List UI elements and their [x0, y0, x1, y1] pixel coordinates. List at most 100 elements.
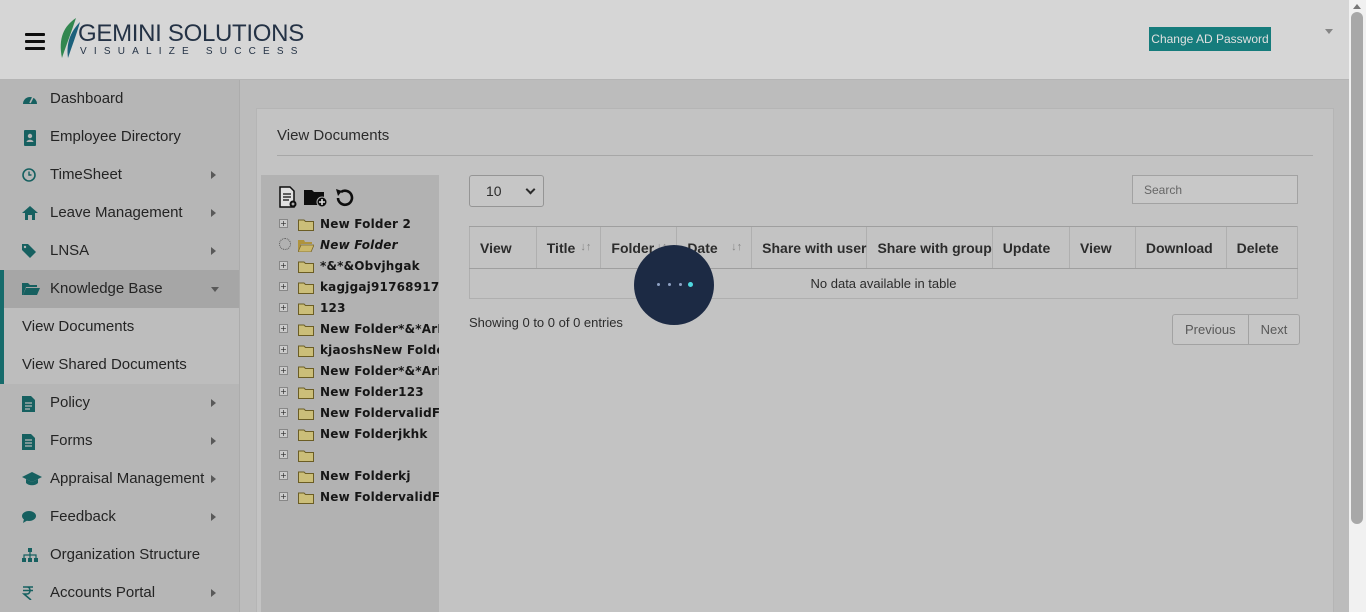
sidebar-item-organization-structure[interactable]: Organization Structure: [0, 536, 239, 574]
sidebar-item-accounts-portal[interactable]: Accounts Portal: [0, 574, 239, 612]
sidebar-item-dashboard[interactable]: Dashboard: [0, 80, 239, 118]
column-header-download: Download: [1134, 226, 1227, 269]
folder-icon: [298, 323, 314, 336]
tree-node[interactable]: + kagjgaj91768917: [279, 279, 439, 297]
folder-icon: [298, 281, 314, 294]
expand-node-icon[interactable]: +: [279, 408, 288, 417]
sidebar-item-label: LNSA: [50, 242, 90, 259]
expand-node-icon[interactable]: +: [279, 366, 288, 375]
tree-node[interactable]: + New FoldervalidFo: [279, 405, 439, 423]
expand-node-icon[interactable]: +: [279, 492, 288, 501]
sidebar-subitem-view-shared-documents[interactable]: View Shared Documents: [0, 346, 239, 384]
column-header-share-with-group: Share with group: [866, 226, 993, 269]
tree-node[interactable]: + *&*&Obvjhgak: [279, 258, 439, 276]
folder-name: New FoldervalidFo: [320, 490, 439, 504]
new-document-icon[interactable]: [279, 186, 297, 208]
tree-node[interactable]: + New Folderjkhk: [279, 426, 439, 444]
sidebar-item-feedback[interactable]: Feedback: [0, 498, 239, 536]
expand-node-icon[interactable]: +: [279, 429, 288, 438]
sidebar-item-label: TimeSheet: [50, 166, 122, 183]
sidebar-item-label: Policy: [50, 394, 91, 411]
folder-name: New Folder 2: [320, 217, 412, 231]
hamburger-menu-icon[interactable]: [25, 33, 45, 51]
sort-icon[interactable]: ↓↑: [580, 241, 591, 253]
sort-icon[interactable]: ↓↑: [731, 241, 742, 253]
company-logo[interactable]: GEMINI SOLUTIONS VISUALIZE SUCCESS: [56, 16, 304, 62]
scroll-up-arrow-icon[interactable]: [1353, 4, 1361, 9]
column-header-share-with-user: Share with user: [751, 226, 867, 269]
next-button[interactable]: Next: [1247, 315, 1300, 344]
sidebar-item-policy[interactable]: Policy: [0, 384, 239, 422]
search-input[interactable]: [1132, 175, 1298, 204]
column-header-view: View: [1069, 226, 1136, 269]
user-menu-caret-icon[interactable]: [1325, 29, 1333, 34]
page-scrollbar[interactable]: [1349, 0, 1366, 612]
expand-node-icon[interactable]: +: [279, 450, 288, 459]
expand-node-icon[interactable]: +: [279, 387, 288, 396]
column-header-label: Download: [1145, 239, 1213, 256]
expand-arrow-icon: [211, 247, 216, 255]
folder-icon: [298, 302, 314, 315]
expand-node-icon[interactable]: +: [279, 345, 288, 354]
folder-name: New Folder123: [320, 385, 424, 399]
tree-node[interactable]: +: [279, 447, 439, 465]
sidebar-item-label: Appraisal Management: [50, 470, 205, 487]
top-header: GEMINI SOLUTIONS VISUALIZE SUCCESS Chang…: [0, 0, 1349, 80]
column-header-title[interactable]: Title ↓↑: [535, 226, 601, 269]
expand-node-icon[interactable]: +: [279, 471, 288, 480]
sidebar-item-timesheet[interactable]: TimeSheet: [0, 156, 239, 194]
brand-name: GEMINI SOLUTIONS: [78, 20, 304, 47]
loading-node-icon: [279, 238, 291, 250]
expand-arrow-icon: [211, 589, 216, 597]
sidebar-item-knowledge-base[interactable]: Knowledge Base: [0, 270, 239, 308]
expand-node-icon[interactable]: +: [279, 261, 288, 270]
folder-name: kjaoshsNew Folder: [320, 343, 439, 357]
folder-icon: [298, 449, 314, 462]
refresh-icon[interactable]: [333, 186, 357, 210]
expand-arrow-icon: [211, 287, 219, 292]
expand-arrow-icon: [211, 209, 216, 217]
change-ad-password-button[interactable]: Change AD Password: [1149, 27, 1271, 51]
expand-node-icon[interactable]: +: [279, 324, 288, 333]
sidebar: Dashboard Employee Directory TimeSheet Leav…: [0, 80, 240, 612]
expand-node-icon[interactable]: +: [279, 282, 288, 291]
new-folder-icon[interactable]: [303, 187, 329, 208]
sidebar-item-label: Forms: [50, 432, 93, 449]
sidebar-item-forms[interactable]: Forms: [0, 422, 239, 460]
folder-name: New Folder*&*ArF: [320, 322, 439, 336]
sidebar-item-appraisal-management[interactable]: Appraisal Management: [0, 460, 239, 498]
sitemap-icon: [22, 548, 38, 562]
column-header-update: Update: [991, 226, 1070, 269]
tree-node[interactable]: +123: [279, 300, 439, 318]
folder-name: New FoldervalidFo: [320, 406, 439, 420]
sidebar-item-leave-management[interactable]: Leave Management: [0, 194, 239, 232]
page-length-select[interactable]: 10: [469, 175, 544, 207]
tree-node[interactable]: + New Folder 2: [279, 216, 439, 234]
tree-node[interactable]: + New Folderkj: [279, 468, 439, 486]
folder-icon: [298, 344, 314, 357]
directory-icon: [22, 130, 38, 146]
tree-node[interactable]: + New Folder*&*ArF: [279, 321, 439, 339]
expand-node-icon[interactable]: +: [279, 219, 288, 228]
column-header-label: Title: [546, 239, 576, 256]
expand-node-icon[interactable]: +: [279, 303, 288, 312]
sidebar-subitem-view-documents[interactable]: View Documents: [0, 308, 239, 346]
document-icon: [22, 396, 38, 412]
tree-node[interactable]: + kjaoshsNew Folder: [279, 342, 439, 360]
tree-node[interactable]: + New Folder123: [279, 384, 439, 402]
expand-arrow-icon: [211, 171, 216, 179]
sidebar-item-lnsa[interactable]: LNSA: [0, 232, 239, 270]
scroll-thumb[interactable]: [1351, 12, 1363, 524]
tree-node[interactable]: + New FoldervalidFo: [279, 489, 439, 507]
column-header-label: View: [480, 239, 512, 256]
tree-node[interactable]: New Folder: [279, 237, 439, 255]
sidebar-item-label: Leave Management: [50, 204, 183, 221]
previous-button[interactable]: Previous: [1173, 315, 1248, 344]
page-title: View Documents: [277, 127, 390, 144]
sidebar-item-label: Organization Structure: [50, 546, 201, 563]
table-info: Showing 0 to 0 of 0 entries: [469, 315, 623, 330]
tree-node[interactable]: + New Folder*&*ArF: [279, 363, 439, 381]
folder-name: 123: [320, 301, 346, 315]
sidebar-item-employee-directory[interactable]: Employee Directory: [0, 118, 239, 156]
folder-icon: [298, 218, 314, 231]
